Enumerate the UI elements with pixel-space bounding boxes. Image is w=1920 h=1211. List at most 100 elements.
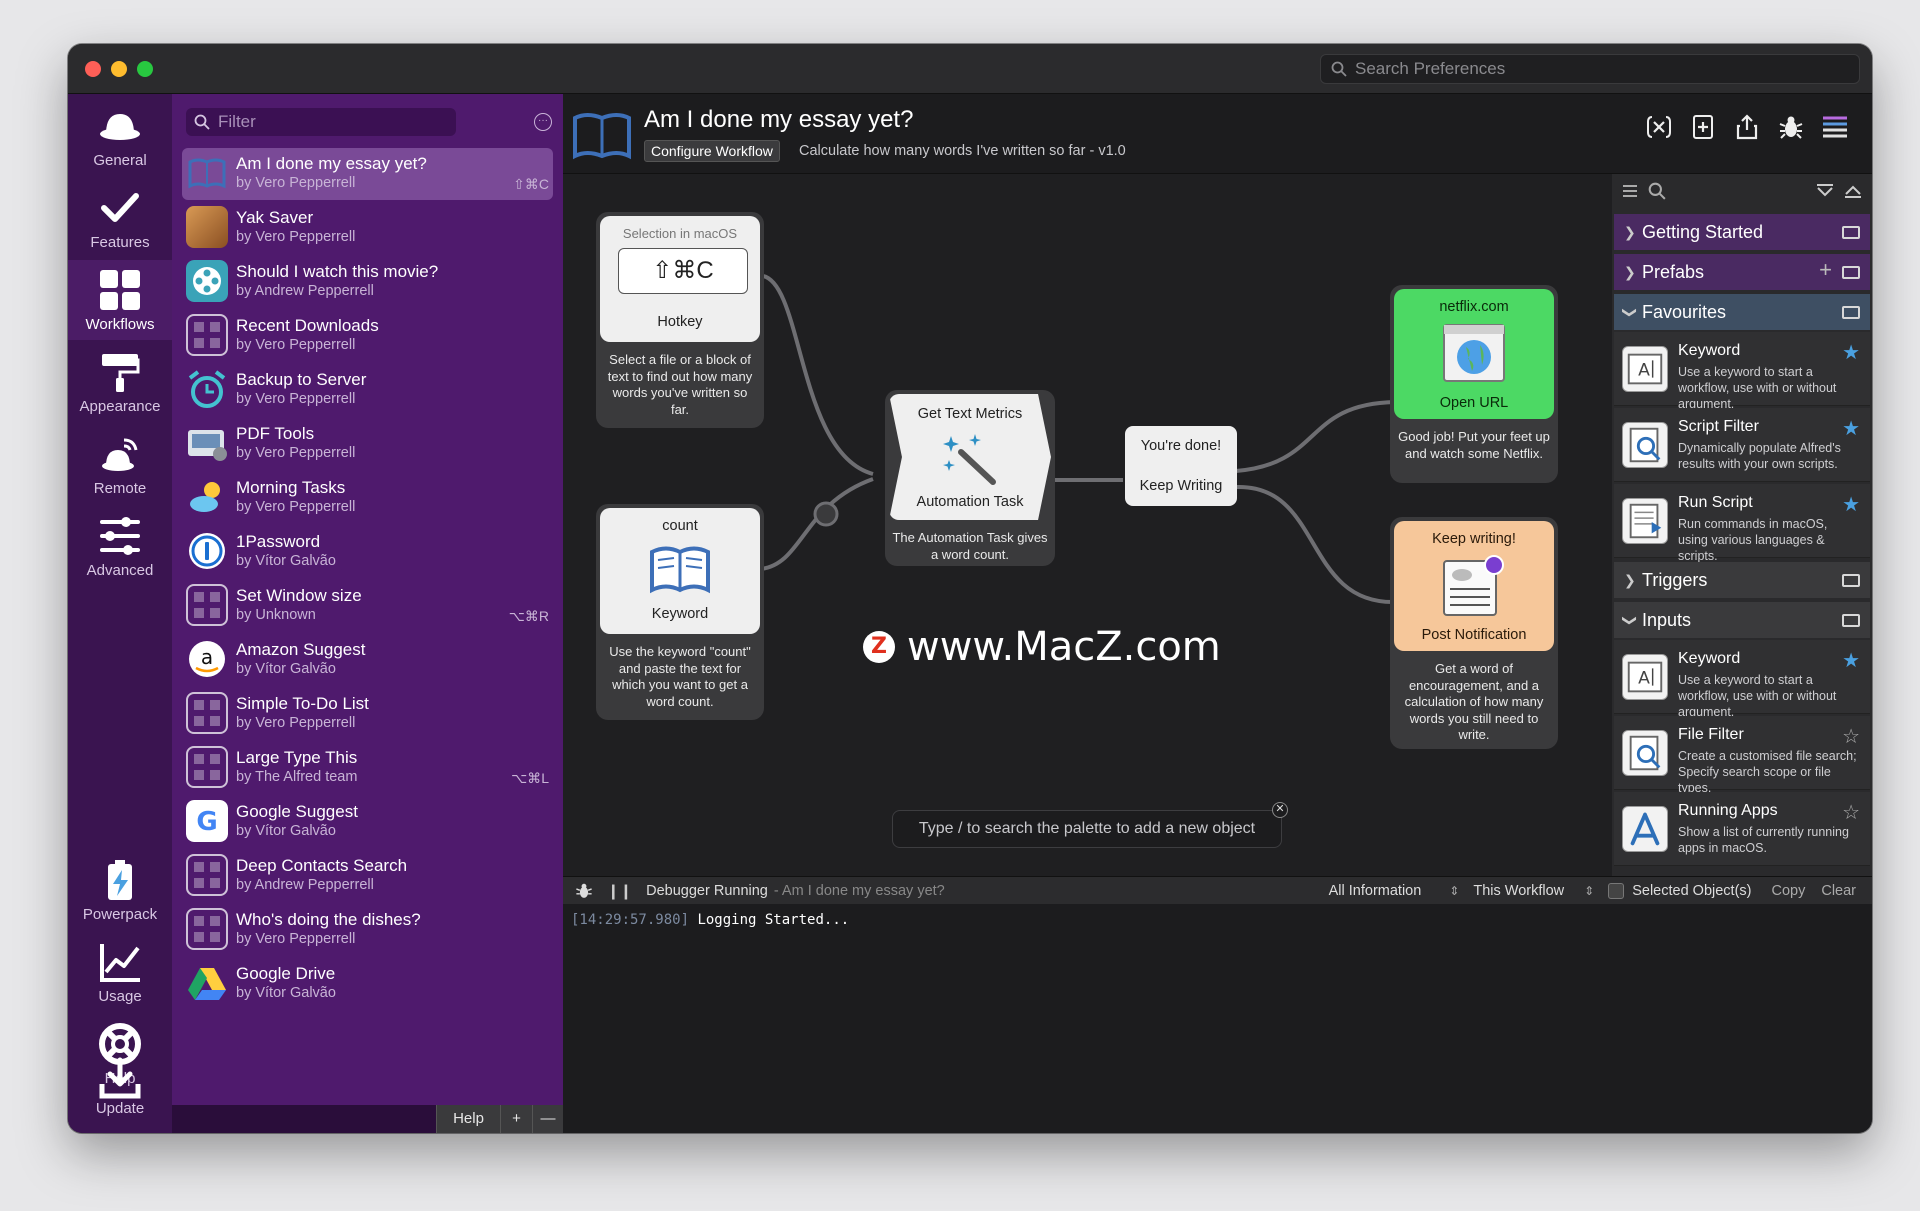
filter-input[interactable]: Filter [186,108,456,136]
workflow-hotkey: ⌥⌘L [511,770,549,786]
default-workflow-icon [186,314,228,356]
workflow-author: by Vítor Galvão [236,985,336,1001]
palette-item-desc: Show a list of currently running apps in… [1678,825,1849,855]
close-window-button[interactable] [85,61,101,77]
palette-search-hint[interactable]: Type / to search the palette to add a ne… [892,810,1282,848]
nav-powerpack[interactable]: Powerpack [68,850,172,930]
add-prefab-icon[interactable]: + [1819,257,1832,283]
selected-objects-checkbox[interactable] [1608,882,1625,899]
workflow-item[interactable]: Deep Contacts Search by Andrew Pepperrel… [182,850,553,902]
workflow-item[interactable]: a Amazon Suggest by Vítor Galvão [182,634,553,686]
zoom-window-button[interactable] [137,61,153,77]
log-scope-select[interactable]: This Workflow [1473,883,1564,899]
add-object-icon[interactable] [1690,114,1716,140]
palette-item-run-script[interactable]: Run Script Run commands in macOS, using … [1614,484,1870,563]
nav-features[interactable]: Features [68,178,172,258]
search-preferences-input[interactable]: Search Preferences [1320,54,1860,84]
debugger-bug-icon[interactable] [1778,114,1804,140]
favourite-star-icon[interactable]: ★ [1842,648,1860,673]
conditional-node[interactable]: You're done! Keep Writing [1125,426,1237,506]
debugger-log[interactable]: [14:29:57.980] Logging Started... [563,904,1872,1133]
pause-icon[interactable]: ❙❙ [607,882,632,900]
section-window-icon[interactable] [1842,226,1860,239]
hotkey-trigger-node[interactable]: Selection in macOS ⇧⌘C Hotkey Select a f… [596,212,764,428]
nav-label: Appearance [79,398,161,415]
log-message: Logging Started... [697,912,850,928]
automation-task-node[interactable]: Get Text Metrics Automation Task The Aut… [885,390,1055,566]
expand-all-icon[interactable] [1844,184,1862,198]
palette-item-desc: Use a keyword to start a workflow, use w… [1678,365,1837,411]
open-url-action-node[interactable]: netflix.com Open URL Good job! Put your … [1390,285,1558,483]
workflow-item[interactable]: Google Drive by Vítor Galvão [182,958,553,1010]
add-workflow-button[interactable]: + [500,1105,532,1133]
list-icon[interactable] [1622,183,1638,199]
nav-appearance[interactable]: Appearance [68,342,172,422]
palette-toggle-icon[interactable] [1822,114,1848,140]
workflow-item[interactable]: Set Window size by Unknown ⌥⌘R [182,580,553,632]
log-level-select[interactable]: All Information [1329,883,1422,899]
favourite-star-outline-icon[interactable]: ☆ [1842,800,1860,825]
book-icon [650,546,710,594]
palette-item-title: File Filter [1678,726,1744,743]
favourite-star-icon[interactable]: ★ [1842,492,1860,517]
palette-item-script-filter[interactable]: Script Filter Dynamically populate Alfre… [1614,408,1870,482]
nav-remote[interactable]: Remote [68,424,172,504]
palette-toolbar [1612,174,1872,208]
workflow-item[interactable]: G Google Suggest by Vítor Galvão [182,796,553,848]
workflow-name: Amazon Suggest [236,640,366,659]
workflow-header: Am I done my essay yet? Configure Workfl… [563,94,1872,174]
workflow-item[interactable]: Should I watch this movie? by Andrew Pep… [182,256,553,308]
keyword-input-node[interactable]: count Keyword Use the keyword "count" an… [596,504,764,720]
post-notification-node[interactable]: Keep writing! Post Notification Get a wo… [1390,517,1558,749]
help-button[interactable]: Help [436,1105,500,1133]
workflow-item[interactable]: Backup to Server by Vero Pepperrell [182,364,553,416]
copy-log-button[interactable]: Copy [1771,883,1805,899]
favourite-star-outline-icon[interactable]: ☆ [1842,724,1860,749]
close-hint-icon[interactable]: ✕ [1272,802,1288,818]
workflow-canvas[interactable]: Selection in macOS ⇧⌘C Hotkey Select a f… [563,174,1612,876]
book-icon [188,158,226,189]
palette-item-keyword[interactable]: A Keyword Use a keyword to start a workf… [1614,332,1870,411]
minimize-window-button[interactable] [111,61,127,77]
palette-item-running-apps[interactable]: Running Apps Show a list of currently ru… [1614,792,1870,866]
section-window-icon[interactable] [1842,266,1860,279]
workflow-item[interactable]: 1Password by Vítor Galvão [182,526,553,578]
workflow-item[interactable]: Who's doing the dishes? by Vero Pepperre… [182,904,553,956]
workflow-item[interactable]: Large Type This by The Alfred team ⌥⌘L [182,742,553,794]
palette-item-keyword-input[interactable]: A Keyword Use a keyword to start a workf… [1614,640,1870,719]
section-favourites[interactable]: ❯ Favourites [1614,294,1870,330]
workflow-item[interactable]: Morning Tasks by Vero Pepperrell [182,472,553,524]
section-getting-started[interactable]: ❯ Getting Started [1614,214,1870,250]
section-window-icon[interactable] [1842,574,1860,587]
section-window-icon[interactable] [1842,306,1860,319]
configure-workflow-button[interactable]: Configure Workflow [644,140,780,162]
workflow-item[interactable]: Recent Downloads by Vero Pepperrell [182,310,553,362]
nav-advanced[interactable]: Advanced [68,506,172,586]
workflow-name: Google Drive [236,964,336,983]
nav-usage[interactable]: Usage [68,932,172,1012]
section-inputs[interactable]: ❯ Inputs [1614,602,1870,638]
watermark-text: www.MacZ.com [907,624,1221,670]
remove-workflow-button[interactable]: — [532,1105,563,1133]
search-icon[interactable] [1648,182,1666,200]
variables-icon[interactable] [1646,114,1672,140]
automation-node-face: Get Text Metrics Automation Task [889,394,1051,520]
nav-update[interactable]: Update [68,1057,172,1133]
nav-general[interactable]: General [68,96,172,176]
favourite-star-icon[interactable]: ★ [1842,340,1860,365]
collapse-all-icon[interactable] [1816,184,1834,198]
section-triggers[interactable]: ❯ Triggers [1614,562,1870,598]
section-prefabs[interactable]: ❯ Prefabs + [1614,254,1870,290]
nav-label: Remote [93,480,147,497]
workflow-item[interactable]: Am I done my essay yet? by Vero Pepperre… [182,148,553,200]
section-window-icon[interactable] [1842,614,1860,627]
workflow-item[interactable]: PDF Tools by Vero Pepperrell [182,418,553,470]
workflow-item[interactable]: Simple To-Do List by Vero Pepperrell [182,688,553,740]
workflow-item[interactable]: Yak Saver by Vero Pepperrell [182,202,553,254]
palette-item-file-filter[interactable]: File Filter Create a customised file sea… [1614,716,1870,795]
clear-log-button[interactable]: Clear [1821,883,1856,899]
share-icon[interactable] [1734,114,1760,140]
nav-workflows[interactable]: Workflows [68,260,172,340]
favourite-star-icon[interactable]: ★ [1842,416,1860,441]
more-options-icon[interactable]: ··· [534,113,552,131]
